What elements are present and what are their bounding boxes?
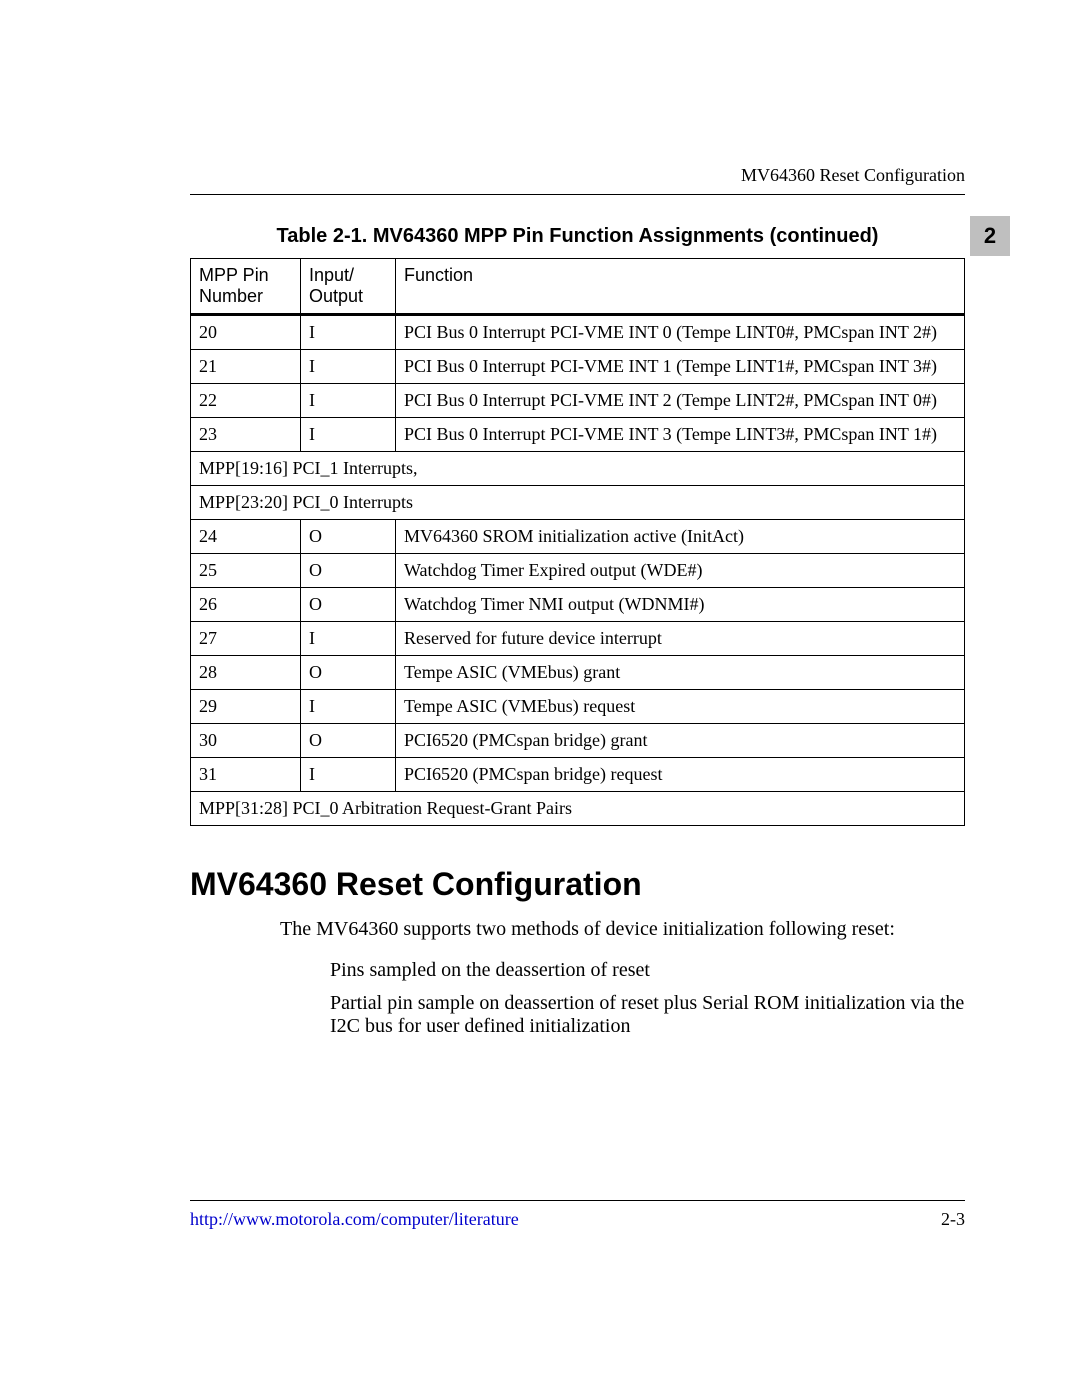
section-heading: MV64360 Reset Configuration: [190, 866, 965, 903]
table-row: MPP[23:20] PCI_0 Interrupts: [191, 486, 965, 520]
table-row: 30OPCI6520 (PMCspan bridge) grant: [191, 724, 965, 758]
cell-func: PCI6520 (PMCspan bridge) request: [396, 758, 965, 792]
cell-pin: 23: [191, 418, 301, 452]
cell-func: PCI Bus 0 Interrupt PCI-VME INT 1 (Tempe…: [396, 350, 965, 384]
cell-pin: 20: [191, 315, 301, 350]
section-intro: The MV64360 supports two methods of devi…: [280, 918, 965, 941]
chapter-tab: 2: [970, 216, 1010, 256]
table-row: 26OWatchdog Timer NMI output (WDNMI#): [191, 588, 965, 622]
cell-io: O: [301, 588, 396, 622]
list-item: Pins sampled on the deassertion of reset: [330, 959, 965, 982]
cell-pin: 21: [191, 350, 301, 384]
cell-io: I: [301, 384, 396, 418]
table-row: 25OWatchdog Timer Expired output (WDE#): [191, 554, 965, 588]
table-row: 22IPCI Bus 0 Interrupt PCI-VME INT 2 (Te…: [191, 384, 965, 418]
cell-io: I: [301, 350, 396, 384]
cell-io: I: [301, 315, 396, 350]
cell-io: I: [301, 690, 396, 724]
table-row: 24OMV64360 SROM initialization active (I…: [191, 520, 965, 554]
cell-io: I: [301, 758, 396, 792]
table-row: 21IPCI Bus 0 Interrupt PCI-VME INT 1 (Te…: [191, 350, 965, 384]
page-number: 2-3: [941, 1209, 965, 1230]
cell-func: Reserved for future device interrupt: [396, 622, 965, 656]
table-row: 23IPCI Bus 0 Interrupt PCI-VME INT 3 (Te…: [191, 418, 965, 452]
cell-func: PCI6520 (PMCspan bridge) grant: [396, 724, 965, 758]
cell-io: O: [301, 520, 396, 554]
page-footer: http://www.motorola.com/computer/literat…: [190, 1200, 965, 1230]
cell-pin: 26: [191, 588, 301, 622]
table-row: MPP[31:28] PCI_0 Arbitration Request-Gra…: [191, 792, 965, 826]
table-row: MPP[19:16] PCI_1 Interrupts,: [191, 452, 965, 486]
cell-pin: 24: [191, 520, 301, 554]
cell-pin: 31: [191, 758, 301, 792]
table-header-row: MPP Pin Number Input/ Output Function: [191, 259, 965, 315]
cell-pin: 29: [191, 690, 301, 724]
table-row: 20IPCI Bus 0 Interrupt PCI-VME INT 0 (Te…: [191, 315, 965, 350]
table-row: 28OTempe ASIC (VMEbus) grant: [191, 656, 965, 690]
table-row: 29ITempe ASIC (VMEbus) request: [191, 690, 965, 724]
footer-link[interactable]: http://www.motorola.com/computer/literat…: [190, 1209, 519, 1230]
cell-io: O: [301, 656, 396, 690]
cell-pin: 25: [191, 554, 301, 588]
table-caption: Table 2-1. MV64360 MPP Pin Function Assi…: [190, 225, 965, 248]
table-row: 27IReserved for future device interrupt: [191, 622, 965, 656]
cell-pin: 22: [191, 384, 301, 418]
running-header: MV64360 Reset Configuration: [190, 165, 965, 186]
th-pin: MPP Pin Number: [191, 259, 301, 315]
cell-func: Watchdog Timer NMI output (WDNMI#): [396, 588, 965, 622]
cell-func: PCI Bus 0 Interrupt PCI-VME INT 3 (Tempe…: [396, 418, 965, 452]
cell-pin: 27: [191, 622, 301, 656]
cell-func: Watchdog Timer Expired output (WDE#): [396, 554, 965, 588]
table-row: 31IPCI6520 (PMCspan bridge) request: [191, 758, 965, 792]
cell-func: PCI Bus 0 Interrupt PCI-VME INT 2 (Tempe…: [396, 384, 965, 418]
span-cell: MPP[19:16] PCI_1 Interrupts,: [191, 452, 965, 486]
cell-io: O: [301, 554, 396, 588]
span-cell: MPP[31:28] PCI_0 Arbitration Request-Gra…: [191, 792, 965, 826]
pin-function-table: MPP Pin Number Input/ Output Function 20…: [190, 258, 965, 826]
header-rule: [190, 194, 965, 195]
th-io: Input/ Output: [301, 259, 396, 315]
footer-rule: [190, 1200, 965, 1201]
cell-func: PCI Bus 0 Interrupt PCI-VME INT 0 (Tempe…: [396, 315, 965, 350]
cell-func: Tempe ASIC (VMEbus) request: [396, 690, 965, 724]
cell-io: I: [301, 622, 396, 656]
cell-func: MV64360 SROM initialization active (Init…: [396, 520, 965, 554]
cell-io: I: [301, 418, 396, 452]
cell-pin: 30: [191, 724, 301, 758]
list-item: Partial pin sample on deassertion of res…: [330, 992, 965, 1038]
cell-pin: 28: [191, 656, 301, 690]
th-func: Function: [396, 259, 965, 315]
cell-io: O: [301, 724, 396, 758]
cell-func: Tempe ASIC (VMEbus) grant: [396, 656, 965, 690]
span-cell: MPP[23:20] PCI_0 Interrupts: [191, 486, 965, 520]
